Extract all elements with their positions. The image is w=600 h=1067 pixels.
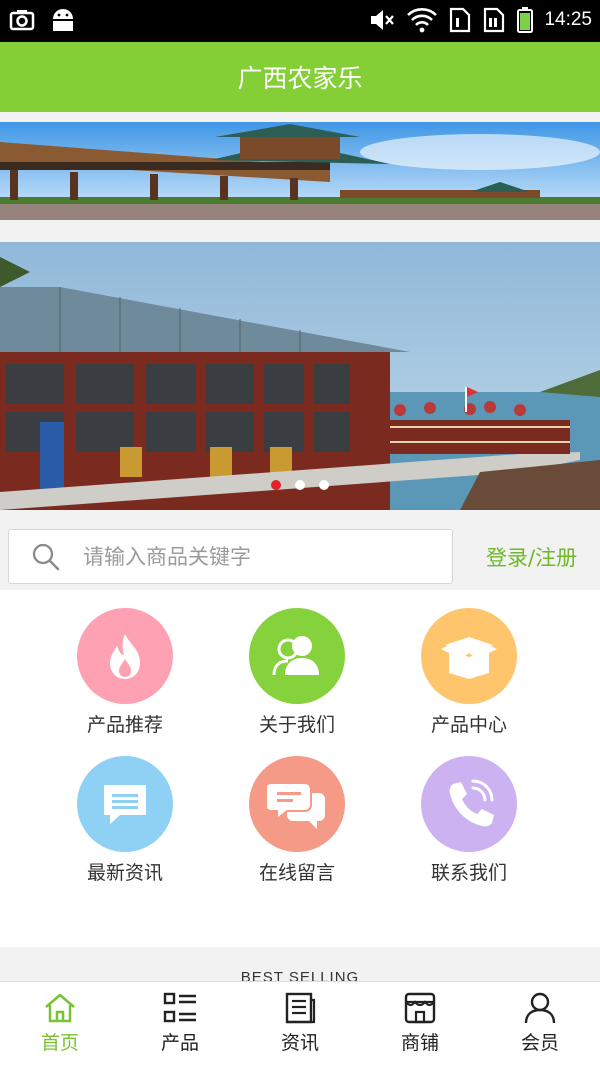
nav-label: 产品 <box>160 1032 199 1054</box>
fire-icon <box>77 608 173 704</box>
nav-home[interactable]: 首页 <box>0 982 120 1067</box>
page-title: 广西农家乐 <box>237 64 363 93</box>
nav-shops[interactable]: 商铺 <box>360 982 480 1067</box>
wifi-icon <box>407 8 438 33</box>
phone-icon <box>421 756 517 852</box>
nav-label: 资讯 <box>280 1032 319 1054</box>
sim1-icon <box>450 7 471 33</box>
nav-products[interactable]: 产品 <box>120 982 240 1067</box>
menu-item-label: 联系我们 <box>430 862 507 884</box>
menu-item-product-center[interactable]: 产品中心 <box>394 608 544 737</box>
search-box[interactable] <box>8 529 453 584</box>
menu-item-label: 产品中心 <box>430 714 507 736</box>
menu-item-label: 关于我们 <box>258 714 335 736</box>
nav-label: 商铺 <box>400 1032 439 1054</box>
mute-icon <box>371 10 395 30</box>
menu-item-latest-news[interactable]: 最新资讯 <box>50 756 200 885</box>
nav-news[interactable]: 资讯 <box>240 982 360 1067</box>
search-row: 登录/注册 <box>0 520 600 590</box>
nav-label: 首页 <box>40 1032 79 1054</box>
carousel-slide[interactable] <box>0 242 600 510</box>
carousel-dot-1[interactable] <box>271 480 281 490</box>
top-banner-image[interactable] <box>0 122 600 220</box>
menu-item-label: 最新资讯 <box>86 862 163 884</box>
app-header: 广西农家乐 <box>0 42 600 112</box>
sim2-icon <box>484 7 505 33</box>
search-input[interactable] <box>83 544 413 569</box>
status-bar: 14:25 <box>0 0 600 42</box>
message-icon <box>77 756 173 852</box>
best-selling-section: BEST SELLING <box>0 947 600 982</box>
restaurant-banner-graphic <box>0 242 600 510</box>
list-icon <box>163 992 196 1023</box>
nav-member[interactable]: 会员 <box>480 982 600 1067</box>
box-icon <box>421 608 517 704</box>
menu-grid: 产品推荐 关于我们 产品中心 最新资讯 在线留言 联系我们 <box>0 590 600 947</box>
status-time: 14:25 <box>544 9 592 30</box>
search-icon <box>32 543 60 570</box>
home-icon <box>45 993 75 1023</box>
carousel-dot-2[interactable] <box>295 480 305 490</box>
menu-item-label: 在线留言 <box>258 862 335 884</box>
menu-item-contact-us[interactable]: 联系我们 <box>394 756 544 885</box>
carousel-indicators <box>0 480 600 490</box>
users-icon <box>249 608 345 704</box>
battery-icon <box>517 7 534 33</box>
menu-item-label: 产品推荐 <box>86 714 163 736</box>
chat-icon <box>249 756 345 852</box>
nav-label: 会员 <box>520 1032 559 1054</box>
menu-item-online-message[interactable]: 在线留言 <box>222 756 372 885</box>
screenshot-icon <box>9 10 35 31</box>
news-icon <box>285 992 316 1024</box>
bottom-nav: 首页 产品 资讯 商铺 会员 <box>0 981 600 1067</box>
carousel-dot-3[interactable] <box>319 480 329 490</box>
login-register-link[interactable]: 登录/注册 <box>486 542 577 572</box>
menu-item-about-us[interactable]: 关于我们 <box>222 608 372 737</box>
pavilion-banner-graphic <box>0 122 600 220</box>
user-icon <box>524 992 556 1024</box>
menu-item-product-recommend[interactable]: 产品推荐 <box>50 608 200 737</box>
shop-icon <box>404 992 436 1024</box>
android-icon <box>53 9 73 31</box>
